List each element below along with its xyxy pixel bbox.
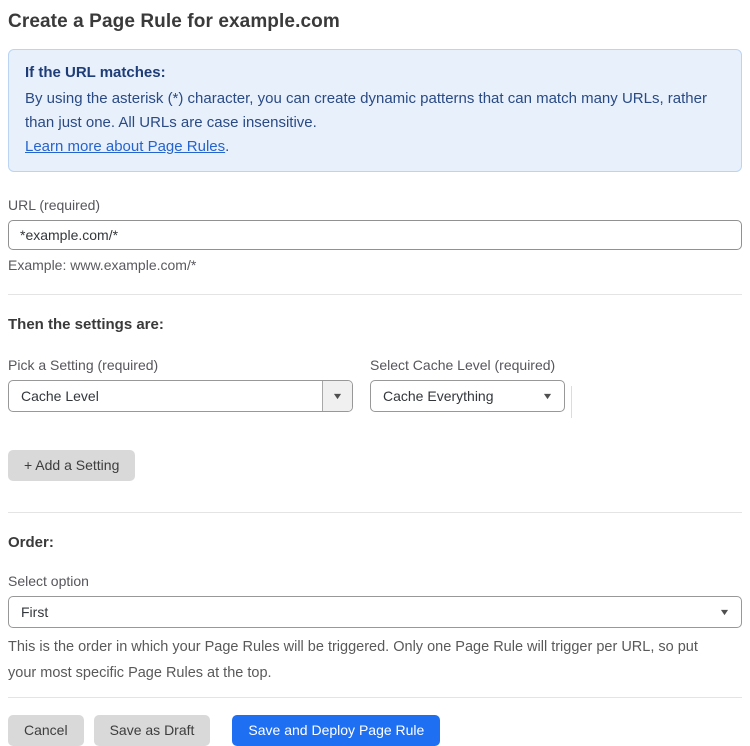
order-select-value: First xyxy=(21,604,49,620)
order-select-label: Select option xyxy=(8,573,89,589)
order-hint: This is the order in which your Page Rul… xyxy=(8,639,698,681)
cancel-button[interactable]: Cancel xyxy=(8,715,84,746)
cache-level-select[interactable]: Cache Everything ▼ xyxy=(370,380,565,412)
column-divider xyxy=(571,386,572,418)
page-title: Create a Page Rule for example.com xyxy=(8,11,340,32)
setting-picker-select[interactable]: Cache Level ▼ xyxy=(8,380,353,412)
order-select[interactable]: First ▼ xyxy=(8,596,742,628)
section-divider xyxy=(8,512,742,513)
order-section-heading: Order: xyxy=(8,534,54,551)
link-punctuation: . xyxy=(225,138,230,155)
create-page-rule-form: Create a Page Rule for example.com If th… xyxy=(0,0,750,746)
section-divider xyxy=(8,294,742,295)
setting-picker-arrow-cell[interactable]: ▼ xyxy=(322,381,352,411)
url-example-hint: Example: www.example.com/* xyxy=(8,257,197,273)
cache-level-value: Cache Everything xyxy=(383,388,494,404)
settings-section-heading: Then the settings are: xyxy=(8,316,164,333)
settings-row: Pick a Setting (required) Cache Level ▼ … xyxy=(8,357,742,418)
save-and-deploy-button[interactable]: Save and Deploy Page Rule xyxy=(232,715,441,746)
order-select-arrow-cell: ▼ xyxy=(718,606,741,617)
save-as-draft-button[interactable]: Save as Draft xyxy=(93,715,211,746)
chevron-down-icon: ▼ xyxy=(541,390,554,401)
setting-picker-label: Pick a Setting (required) xyxy=(8,357,159,373)
cache-level-label: Select Cache Level (required) xyxy=(370,357,556,373)
chevron-down-icon: ▼ xyxy=(718,606,731,617)
url-match-info-callout: If the URL matches: By using the asteris… xyxy=(8,49,742,172)
info-callout-body: By using the asterisk (*) character, you… xyxy=(25,90,707,131)
footer-divider xyxy=(8,697,742,698)
chevron-down-icon: ▼ xyxy=(331,390,344,401)
info-callout-title: If the URL matches: xyxy=(25,64,166,81)
cache-level-arrow-cell: ▼ xyxy=(541,390,564,401)
setting-picker-column: Pick a Setting (required) Cache Level ▼ xyxy=(8,357,353,412)
footer-actions: Cancel Save as Draft Save and Deploy Pag… xyxy=(8,715,742,746)
setting-picker-value: Cache Level xyxy=(21,388,99,404)
info-callout-link-line: Learn more about Page Rules. xyxy=(25,135,725,159)
cache-level-column: Select Cache Level (required) Cache Ever… xyxy=(370,357,565,412)
add-setting-button[interactable]: + Add a Setting xyxy=(8,450,136,481)
learn-more-link[interactable]: Learn more about Page Rules xyxy=(25,138,225,155)
url-field-label: URL (required) xyxy=(8,197,101,213)
url-input[interactable] xyxy=(8,220,742,250)
